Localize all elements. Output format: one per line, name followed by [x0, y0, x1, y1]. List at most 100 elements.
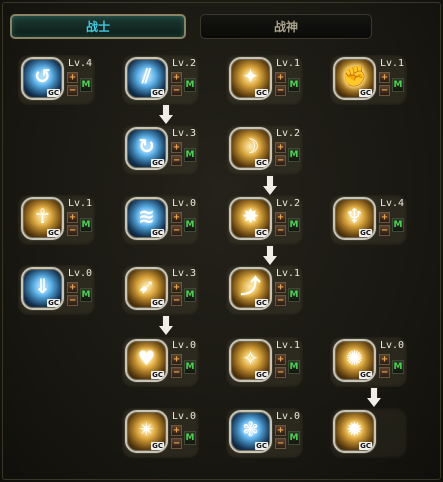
- level-up-button[interactable]: +: [171, 425, 182, 436]
- level-up-button[interactable]: +: [67, 72, 78, 83]
- swirl-icon[interactable]: ↺ GC: [21, 57, 64, 100]
- gc-badge: GC: [151, 89, 164, 97]
- level-down-button[interactable]: −: [171, 225, 182, 236]
- skill-glyph: ➹: [138, 274, 155, 298]
- master-button[interactable]: M: [80, 78, 92, 92]
- mp-fist-icon[interactable]: ✴ GC: [125, 410, 168, 453]
- skill-level: Lv.1: [68, 198, 93, 209]
- level-down-button[interactable]: −: [275, 155, 286, 166]
- level-down-button[interactable]: −: [275, 438, 286, 449]
- level-up-button[interactable]: +: [171, 354, 182, 365]
- level-down-button[interactable]: −: [67, 225, 78, 236]
- level-down-button[interactable]: −: [275, 85, 286, 96]
- level-up-button[interactable]: +: [275, 282, 286, 293]
- level-down-button[interactable]: −: [171, 155, 182, 166]
- skill-glyph: ☽: [241, 134, 260, 158]
- level-down-button[interactable]: −: [379, 225, 390, 236]
- level-up-button[interactable]: +: [171, 142, 182, 153]
- gc-badge: GC: [359, 371, 372, 379]
- gc-badge: GC: [151, 159, 164, 167]
- crescent-icon[interactable]: ☽ GC: [229, 127, 272, 170]
- level-up-button[interactable]: +: [171, 282, 182, 293]
- level-up-button[interactable]: +: [275, 142, 286, 153]
- level-up-button[interactable]: +: [275, 425, 286, 436]
- level-up-button[interactable]: +: [275, 72, 286, 83]
- wing-slash-icon[interactable]: ≋ GC: [125, 197, 168, 240]
- level-up-button[interactable]: +: [67, 212, 78, 223]
- spin-slash-icon[interactable]: ↻ GC: [125, 127, 168, 170]
- master-button[interactable]: M: [184, 431, 196, 445]
- level-down-button[interactable]: −: [275, 367, 286, 378]
- skill-level: Lv.3: [172, 128, 197, 139]
- level-up-button[interactable]: +: [67, 282, 78, 293]
- ground-strike-icon[interactable]: ⇓ GC: [21, 267, 64, 310]
- level-down-button[interactable]: −: [275, 295, 286, 306]
- level-down-button[interactable]: −: [67, 85, 78, 96]
- master-button[interactable]: M: [288, 288, 300, 302]
- claw-icon[interactable]: ✧ GC: [229, 339, 272, 382]
- level-down-button[interactable]: −: [67, 295, 78, 306]
- gc-badge: GC: [255, 442, 268, 450]
- gc-badge: GC: [359, 229, 372, 237]
- skill-level: Lv.0: [276, 411, 301, 422]
- master-button[interactable]: M: [392, 360, 404, 374]
- master-button[interactable]: M: [184, 218, 196, 232]
- skill-glyph: ✊: [342, 64, 367, 88]
- mp-burst-icon[interactable]: ✹ GC: [333, 410, 376, 453]
- gc-badge: GC: [151, 442, 164, 450]
- master-button[interactable]: M: [288, 360, 300, 374]
- tab-warrior[interactable]: 战士: [10, 14, 186, 39]
- master-button[interactable]: M: [184, 288, 196, 302]
- prerequisite-arrow: [159, 105, 173, 125]
- level-up-button[interactable]: +: [275, 354, 286, 365]
- flame-icon[interactable]: ♆ GC: [333, 197, 376, 240]
- level-down-button[interactable]: −: [275, 225, 286, 236]
- skill-glyph: ✴: [138, 417, 155, 441]
- dash-icon[interactable]: ➹ GC: [125, 267, 168, 310]
- level-up-button[interactable]: +: [171, 212, 182, 223]
- heart-icon[interactable]: ♥ GC: [125, 339, 168, 382]
- fist-icon[interactable]: ✊ GC: [333, 57, 376, 100]
- skill-slot: ♥ GC Lv.0 + − M: [122, 337, 199, 387]
- slash-icon[interactable]: ⫽ GC: [125, 57, 168, 100]
- master-button[interactable]: M: [288, 431, 300, 445]
- skill-slot: ≋ GC Lv.0 + − M: [122, 195, 199, 245]
- master-button[interactable]: M: [184, 360, 196, 374]
- skill-slot: ✺ GC Lv.0 + − M: [330, 337, 407, 387]
- master-button[interactable]: M: [80, 288, 92, 302]
- tab-war-god[interactable]: 战神: [200, 14, 372, 39]
- master-button[interactable]: M: [392, 218, 404, 232]
- level-down-button[interactable]: −: [379, 367, 390, 378]
- level-down-button[interactable]: −: [171, 85, 182, 96]
- skill-level: Lv.2: [172, 58, 197, 69]
- lunge-icon[interactable]: ⤴ GC: [229, 267, 272, 310]
- rune-circle-icon[interactable]: ✦ GC: [229, 57, 272, 100]
- paw-icon[interactable]: ❃ GC: [229, 410, 272, 453]
- explosion-icon[interactable]: ✺ GC: [333, 339, 376, 382]
- master-button[interactable]: M: [288, 218, 300, 232]
- level-down-button[interactable]: −: [171, 438, 182, 449]
- skill-glyph: ✸: [242, 204, 259, 228]
- burst-icon[interactable]: ✸ GC: [229, 197, 272, 240]
- level-up-button[interactable]: +: [275, 212, 286, 223]
- master-button[interactable]: M: [288, 78, 300, 92]
- level-up-button[interactable]: +: [379, 212, 390, 223]
- skill-slot: ☽ GC Lv.2 + − M: [226, 125, 303, 175]
- skill-glyph: ♆: [345, 204, 364, 228]
- skill-level: Lv.0: [380, 340, 405, 351]
- prerequisite-arrow: [159, 316, 173, 336]
- master-button[interactable]: M: [184, 78, 196, 92]
- level-up-button[interactable]: +: [171, 72, 182, 83]
- level-down-button[interactable]: −: [171, 367, 182, 378]
- level-up-button[interactable]: +: [379, 354, 390, 365]
- master-button[interactable]: M: [392, 78, 404, 92]
- level-down-button[interactable]: −: [379, 85, 390, 96]
- master-button[interactable]: M: [184, 148, 196, 162]
- ankh-icon[interactable]: ☥ GC: [21, 197, 64, 240]
- skill-slot: ✸ GC Lv.2 + − M: [226, 195, 303, 245]
- master-button[interactable]: M: [80, 218, 92, 232]
- level-down-button[interactable]: −: [171, 295, 182, 306]
- skill-glyph: ❃: [242, 417, 259, 441]
- level-up-button[interactable]: +: [379, 72, 390, 83]
- master-button[interactable]: M: [288, 148, 300, 162]
